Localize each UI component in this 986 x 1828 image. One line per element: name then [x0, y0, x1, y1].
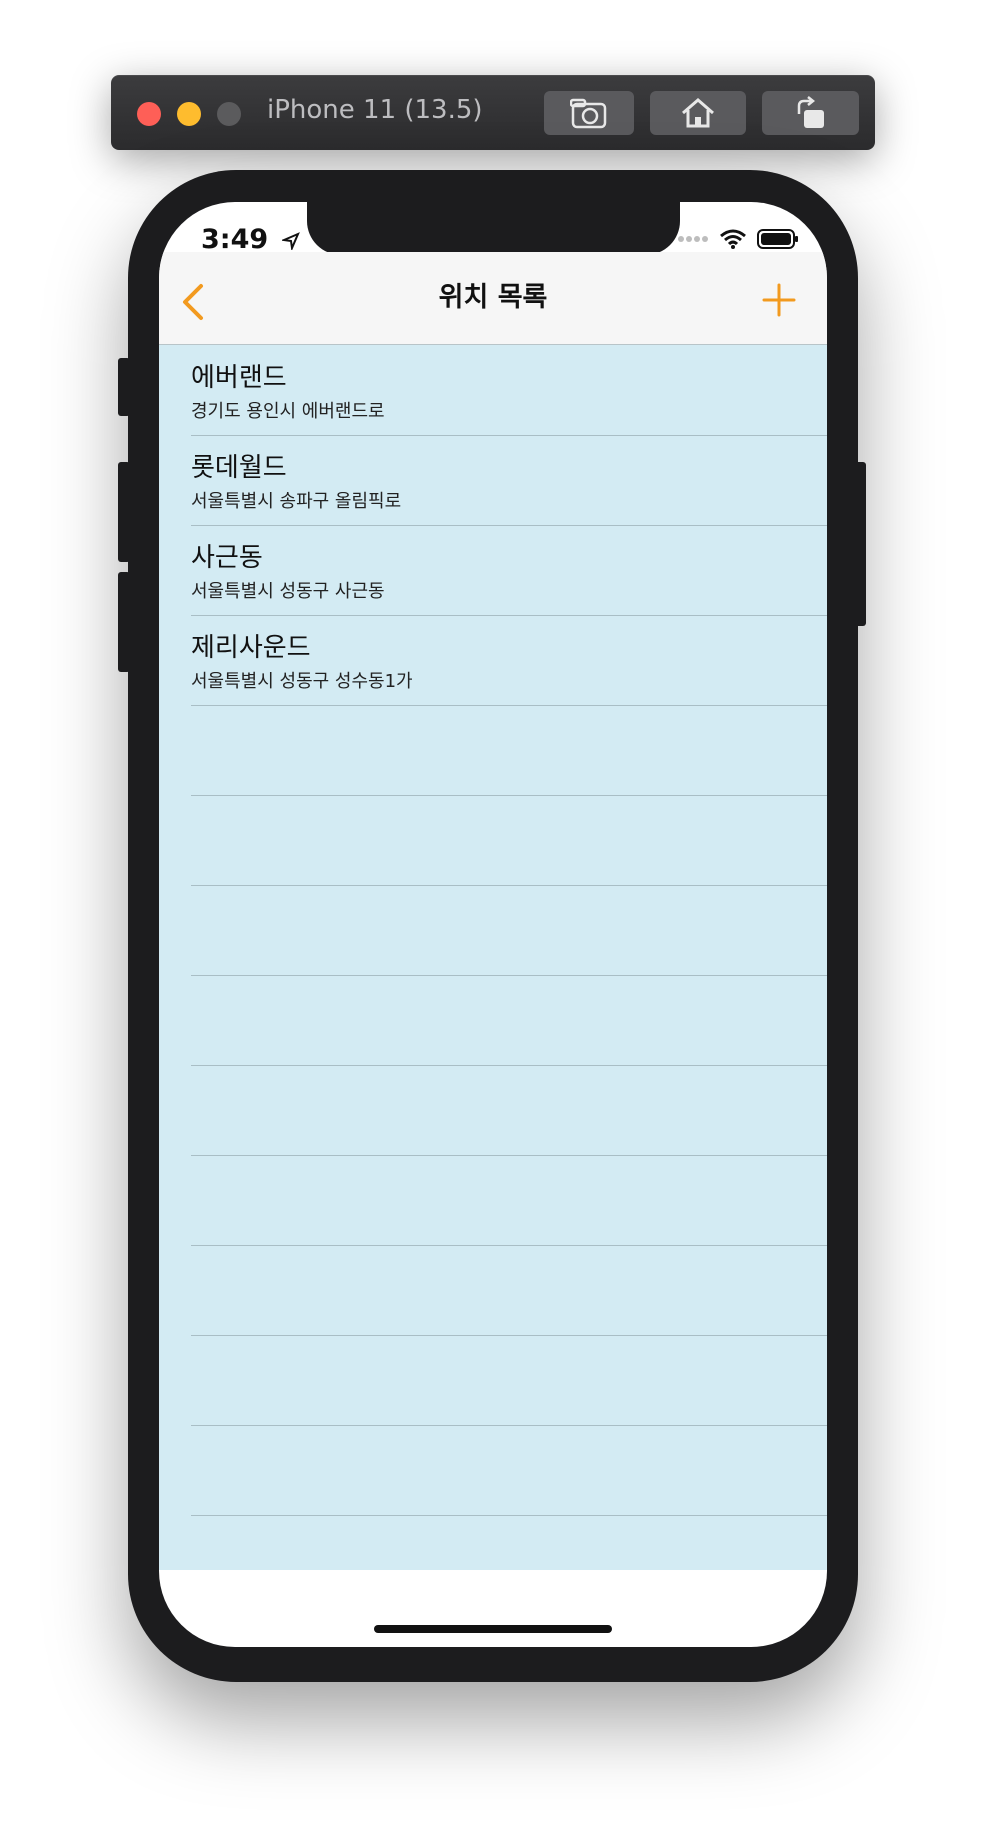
signal-icon [678, 236, 708, 242]
status-time: 3:49 [201, 224, 300, 255]
battery-icon [757, 229, 798, 249]
empty-row-separator [191, 1335, 827, 1426]
close-window-button[interactable] [137, 102, 161, 126]
home-indicator[interactable] [374, 1625, 612, 1633]
location-row[interactable]: 롯데월드 서울특별시 송파구 올림픽로 [191, 435, 827, 526]
time-label: 3:49 [201, 224, 269, 255]
location-name: 에버랜드 [191, 363, 287, 393]
zoom-window-button[interactable] [217, 102, 241, 126]
rotate-icon [797, 96, 824, 128]
location-name: 사근동 [191, 543, 263, 573]
phone-screen: 3:49 위치 목록 에버랜드 경기도 용인시 에버랜드로 롯데월드 서울특별시… [159, 202, 827, 1647]
location-address: 서울특별시 성동구 사근동 [191, 581, 385, 602]
plus-icon [762, 283, 796, 317]
empty-row-separator [191, 1065, 827, 1156]
simulator-title-bar: iPhone 11 (13.5) [111, 75, 875, 150]
empty-row-separator [191, 1245, 827, 1336]
power-button[interactable] [854, 462, 866, 626]
location-arrow-icon [279, 231, 300, 252]
empty-row-separator [191, 885, 827, 976]
location-name: 롯데월드 [191, 453, 287, 483]
location-list: 에버랜드 경기도 용인시 에버랜드로 롯데월드 서울특별시 송파구 올림픽로 사… [159, 345, 827, 1570]
empty-row-separator [191, 795, 827, 886]
location-row[interactable]: 사근동 서울특별시 성동구 사근동 [191, 525, 827, 616]
navigation-bar: 위치 목록 [159, 252, 827, 345]
minimize-window-button[interactable] [177, 102, 201, 126]
empty-row-separator [191, 705, 827, 796]
wifi-icon [720, 229, 746, 249]
page-title: 위치 목록 [438, 282, 548, 313]
location-row[interactable]: 제리사운드 서울특별시 성동구 성수동1가 [191, 615, 827, 706]
rotate-button[interactable] [762, 91, 859, 135]
empty-row-separator [191, 975, 827, 1066]
screenshot-button[interactable] [544, 91, 634, 135]
add-location-button[interactable] [761, 282, 797, 318]
location-row[interactable]: 에버랜드 경기도 용인시 에버랜드로 [191, 345, 827, 436]
location-address: 경기도 용인시 에버랜드로 [191, 401, 385, 422]
empty-row-separator [191, 1155, 827, 1246]
mute-switch[interactable] [118, 358, 130, 416]
simulator-title: iPhone 11 (13.5) [267, 95, 483, 125]
location-address: 서울특별시 성동구 성수동1가 [191, 671, 413, 692]
back-button[interactable] [175, 282, 215, 322]
volume-up-button[interactable] [118, 462, 130, 562]
home-icon [682, 98, 714, 128]
home-button[interactable] [650, 91, 746, 135]
status-icons [677, 228, 799, 250]
location-name: 제리사운드 [191, 633, 311, 663]
chevron-left-icon [183, 284, 203, 320]
volume-down-button[interactable] [118, 572, 130, 672]
screenshot-icon [570, 98, 607, 129]
empty-row-separator [191, 1425, 827, 1516]
location-address: 서울특별시 송파구 올림픽로 [191, 491, 402, 512]
notch [307, 202, 680, 255]
